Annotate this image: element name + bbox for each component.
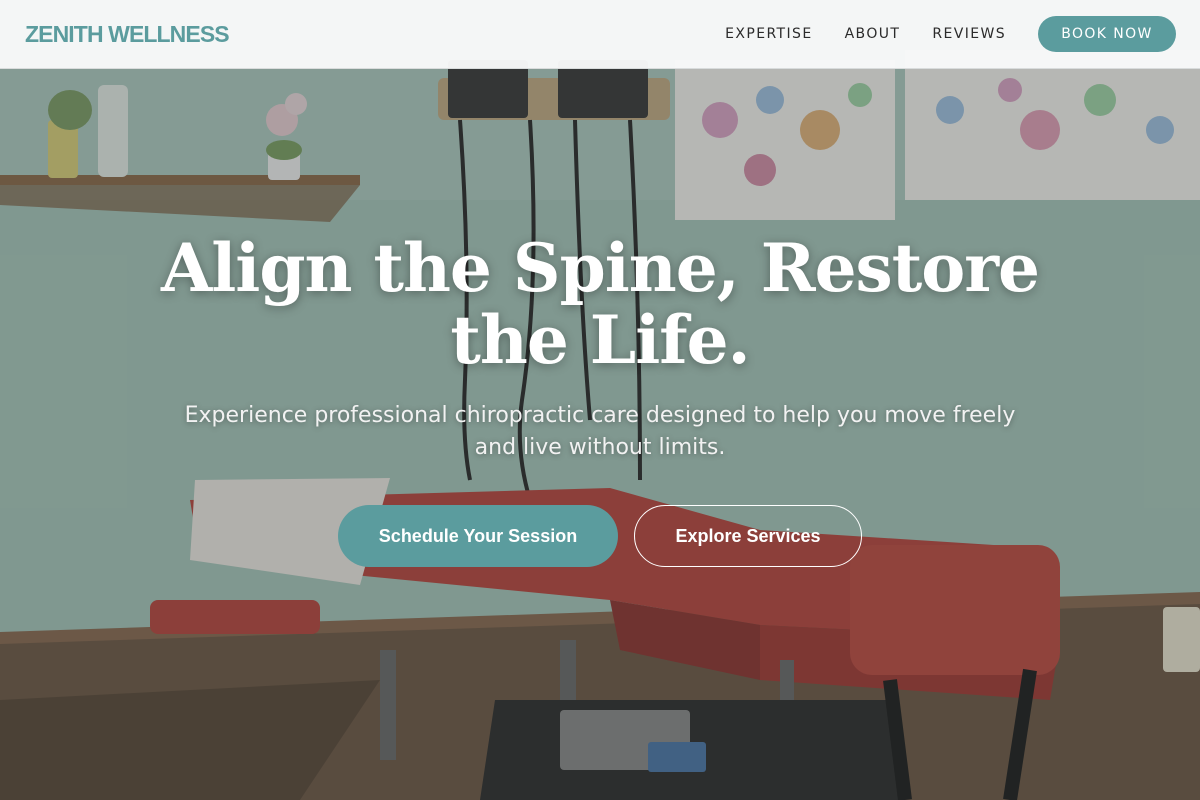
schedule-session-button[interactable]: Schedule Your Session <box>338 505 618 567</box>
main-nav: EXPERTISE ABOUT REVIEWS BOOK NOW <box>725 16 1176 52</box>
hero-subtitle: Experience professional chiropractic car… <box>170 400 1030 464</box>
hero-subtitle-line-2: and live without limits. <box>474 435 726 460</box>
nav-link-about[interactable]: ABOUT <box>845 16 901 52</box>
nav-link-expertise[interactable]: EXPERTISE <box>725 16 812 52</box>
explore-services-button[interactable]: Explore Services <box>634 505 862 567</box>
site-header: ZENITH WELLNESS EXPERTISE ABOUT REVIEWS … <box>0 0 1200 69</box>
hero-title: Align the Spine, Restore the Life. <box>150 232 1050 376</box>
book-now-button[interactable]: BOOK NOW <box>1038 16 1176 52</box>
hero-subtitle-line-1: Experience professional chiropractic car… <box>184 403 1016 428</box>
hero-title-line-1: Align the Spine, Restore <box>161 229 1040 307</box>
brand-logo[interactable]: ZENITH WELLNESS <box>25 20 230 48</box>
landing-page: ZENITH WELLNESS EXPERTISE ABOUT REVIEWS … <box>0 0 1200 800</box>
nav-link-reviews[interactable]: REVIEWS <box>932 16 1006 52</box>
hero-title-line-2: the Life. <box>450 301 750 379</box>
